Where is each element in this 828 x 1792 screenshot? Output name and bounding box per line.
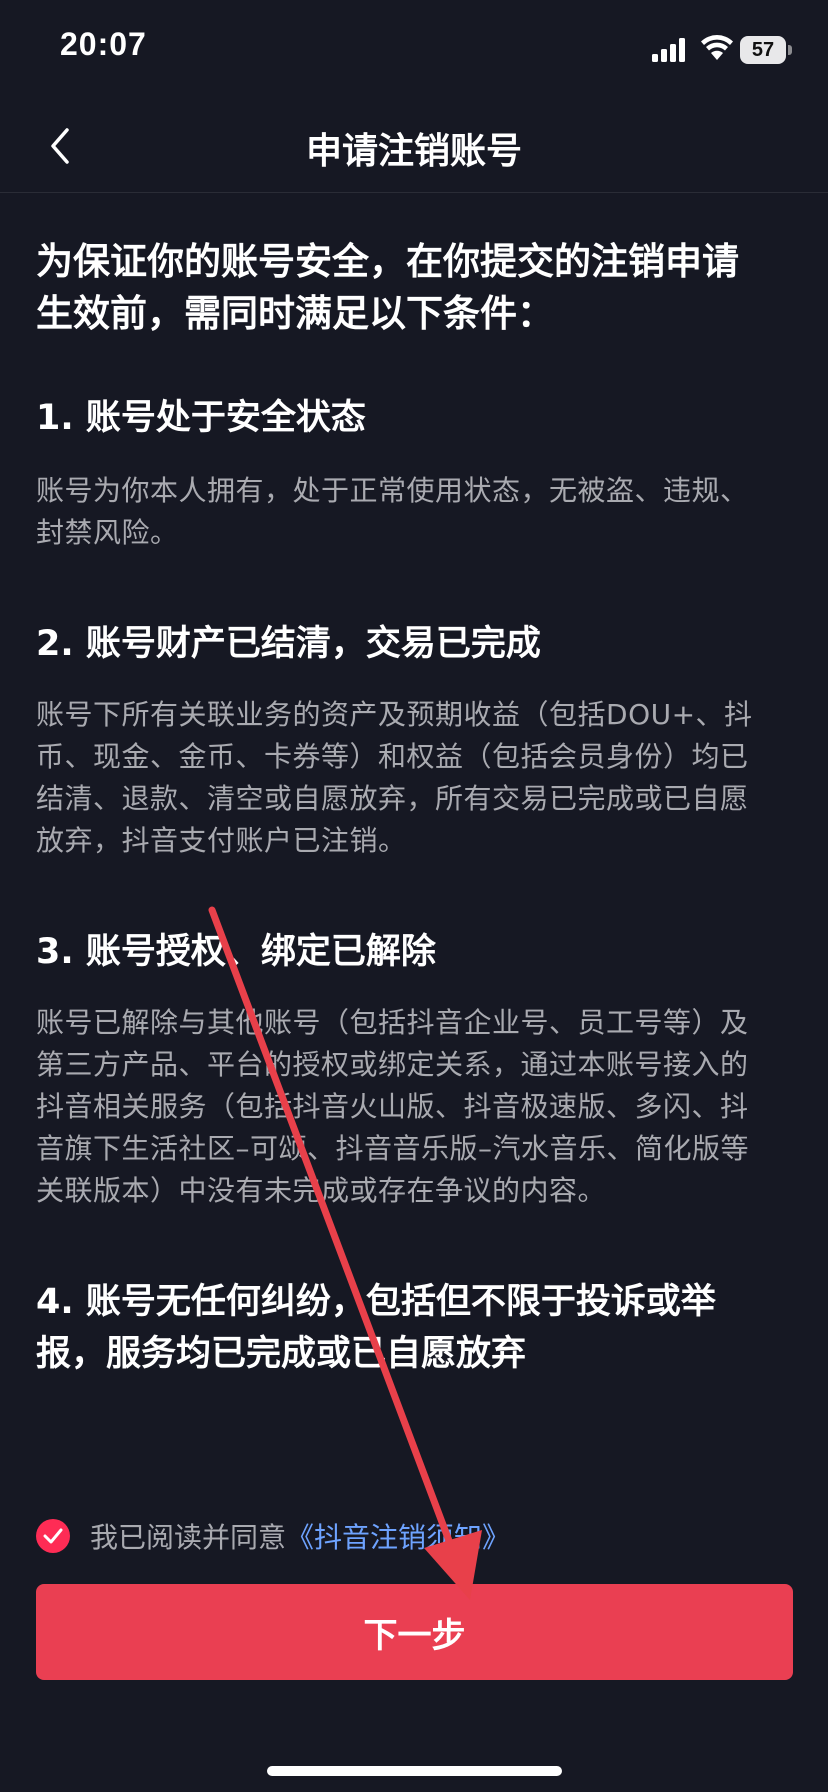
intro-line-1: 为保证你的账号安全，在你提交的注销申请 [36, 240, 739, 283]
section-3-title: 3. 账号授权、绑定已解除 [36, 932, 436, 972]
section-4-title-line: 报，服务均已完成或已自愿放弃 [36, 1334, 527, 1374]
status-bar: 20:07 57 [0, 0, 828, 100]
section-1-title: 1. 账号处于安全状态 [36, 398, 366, 438]
section-3-line: 账号已解除与其他账号（包括抖音企业号、员工号等）及 [36, 1006, 749, 1039]
checkmark-icon [43, 1528, 63, 1544]
agreement-row: 我已阅读并同意 《抖音注销须知》 [36, 1516, 510, 1556]
section-2-line: 币、现金、金币、卡券等）和权益（包括会员身份）均已 [36, 740, 749, 773]
nav-bar: 申请注销账号 [0, 100, 828, 193]
section-3-line: 关联版本）中没有未完成或存在争议的内容。 [36, 1174, 607, 1207]
intro-line-2: 生效前，需同时满足以下条件： [36, 292, 554, 335]
section-4-title: 4. 账号无任何纠纷，包括但不限于投诉或举 报，服务均已完成或已自愿放弃 [36, 1276, 796, 1380]
section-3-line: 第三方产品、平台的授权或绑定关系，通过本账号接入的 [36, 1048, 749, 1081]
section-2-line: 结清、退款、清空或自愿放弃，所有交易已完成或已自愿 [36, 782, 749, 815]
agreement-text: 我已阅读并同意 [90, 1521, 287, 1554]
next-step-button[interactable]: 下一步 [36, 1584, 793, 1680]
section-3-body: 账号已解除与其他账号（包括抖音企业号、员工号等）及 第三方产品、平台的授权或绑定… [36, 1002, 796, 1212]
section-3-line: 抖音相关服务（包括抖音火山版、抖音极速版、多闪、抖 [36, 1090, 749, 1123]
battery-tip [788, 45, 792, 55]
status-time: 20:07 [60, 26, 147, 62]
section-2-body: 账号下所有关联业务的资产及预期收益（包括DOU+、抖 币、现金、金币、卡券等）和… [36, 694, 796, 862]
section-1-line: 账号为你本人拥有，处于正常使用状态，无被盗、违规、 [36, 474, 749, 507]
section-2-title: 2. 账号财产已结清，交易已完成 [36, 624, 541, 664]
conditions-content: 为保证你的账号安全，在你提交的注销申请 生效前，需同时满足以下条件： 1. 账号… [36, 236, 796, 1380]
page-title: 申请注销账号 [305, 131, 522, 172]
battery-icon: 57 [740, 36, 792, 64]
battery-level: 57 [740, 36, 786, 64]
section-3-line: 音旗下生活社区–可颂、抖音音乐版–汽水音乐、简化版等 [36, 1132, 750, 1165]
section-1-body: 账号为你本人拥有，处于正常使用状态，无被盗、违规、 封禁风险。 [36, 470, 796, 554]
agreement-link[interactable]: 《抖音注销须知》 [286, 1516, 510, 1556]
section-2-line: 放弃，抖音支付账户已注销。 [36, 824, 407, 857]
signal-icon [652, 38, 685, 62]
section-4-title-line: 4. 账号无任何纠纷，包括但不限于投诉或举 [36, 1282, 716, 1322]
section-1-line: 封禁风险。 [36, 516, 179, 549]
home-indicator [267, 1766, 562, 1776]
checkbox-checked-icon[interactable] [36, 1519, 70, 1553]
section-2-line: 账号下所有关联业务的资产及预期收益（包括DOU+、抖 [36, 698, 753, 731]
wifi-icon [701, 35, 733, 60]
intro-text: 为保证你的账号安全，在你提交的注销申请 生效前，需同时满足以下条件： [36, 236, 796, 340]
